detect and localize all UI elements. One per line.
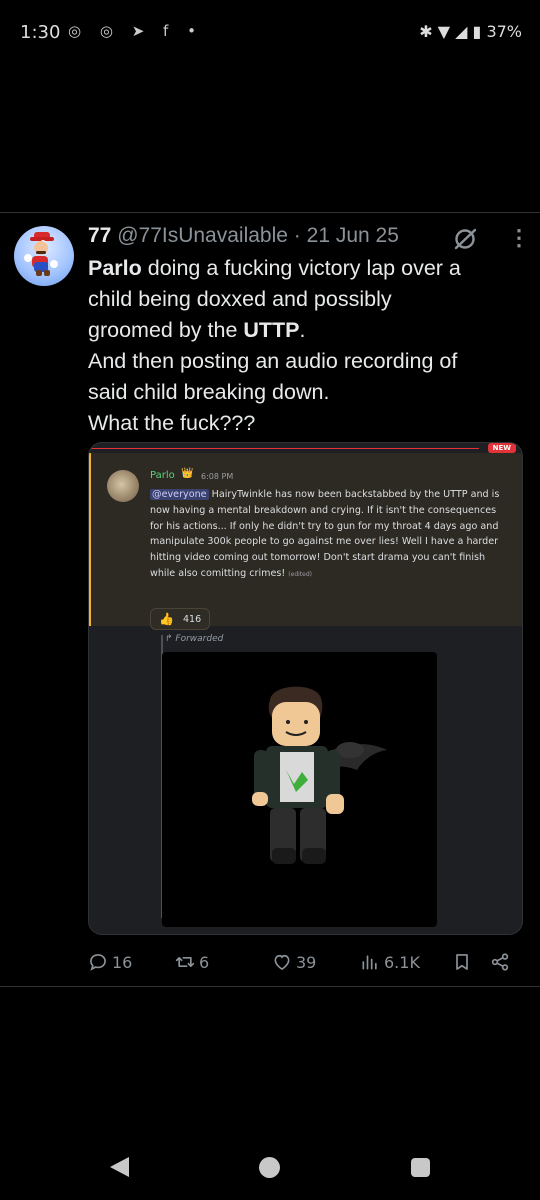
views-button[interactable]: 6.1K xyxy=(360,950,420,974)
repost-count: 6 xyxy=(199,952,210,972)
display-name[interactable]: 77 xyxy=(88,224,111,247)
new-divider-line xyxy=(89,448,479,449)
back-icon[interactable] xyxy=(110,1157,129,1177)
reaction-count: 416 xyxy=(183,614,202,625)
repost-button[interactable]: 6 xyxy=(175,950,209,974)
view-count: 6.1K xyxy=(384,952,420,972)
everyone-mention: @everyone xyxy=(150,489,209,500)
forwarded-video xyxy=(162,652,437,927)
notification-icons: ◎ ◎ ➤ f • xyxy=(68,22,203,40)
discord-timestamp: 6:08 PM xyxy=(201,472,234,481)
repost-icon xyxy=(175,957,195,967)
like-count: 39 xyxy=(296,952,317,972)
share-button[interactable] xyxy=(490,950,510,974)
more-options-icon[interactable]: ⋮ xyxy=(508,226,530,250)
bookmark-button[interactable] xyxy=(452,950,472,974)
tweet-line-3-end: . xyxy=(299,318,306,342)
reply-count: 16 xyxy=(112,952,133,972)
new-badge: NEW xyxy=(487,443,516,453)
avatar[interactable] xyxy=(14,226,74,286)
status-time: 1:30 xyxy=(20,22,61,43)
battery-percent: 37% xyxy=(486,22,522,41)
divider-bottom xyxy=(0,986,540,987)
tweet-bold-parlo: Parlo xyxy=(88,256,142,280)
tweet-line-1-rest: doing a fucking victory lap over a xyxy=(141,256,461,280)
tweet-line-3: groomed by the UTTP. xyxy=(88,315,518,346)
tweet-date[interactable]: 21 Jun 25 xyxy=(307,224,399,247)
status-bar: 1:30 ◎ ◎ ➤ f • ✱ ▼ ◢ ▮ 37% xyxy=(0,0,540,66)
recents-icon[interactable] xyxy=(411,1158,430,1177)
discord-avatar xyxy=(107,470,139,502)
discord-message: Parlo 👑 6:08 PM @everyone HairyTwinkle h… xyxy=(89,453,522,630)
discord-message-text: @everyone HairyTwinkle has now been back… xyxy=(150,487,510,583)
system-status: ✱ ▼ ◢ ▮ 37% xyxy=(419,22,522,41)
thumbs-up-reaction: 👍 416 xyxy=(150,608,210,630)
reply-icon xyxy=(90,954,106,971)
edited-tag: (edited) xyxy=(288,570,312,578)
like-button[interactable]: 39 xyxy=(272,950,316,974)
home-icon[interactable] xyxy=(259,1157,280,1178)
mario-avatar-art xyxy=(24,232,58,276)
crown-icon: 👑 xyxy=(181,468,194,479)
tweet-text: Parlo doing a fucking victory lap over a… xyxy=(88,253,518,439)
tweet-line-1: Parlo doing a fucking victory lap over a xyxy=(88,253,518,284)
thumbs-up-icon: 👍 xyxy=(159,612,174,626)
grok-icon[interactable] xyxy=(452,226,478,252)
tweet-media-image[interactable]: NEW Parlo 👑 6:08 PM @everyone HairyTwink… xyxy=(88,442,523,935)
tweet-line-6: What the fuck??? xyxy=(88,411,256,435)
views-icon xyxy=(362,955,377,970)
reply-button[interactable]: 16 xyxy=(88,950,132,974)
tweet-action-bar: 16 6 39 6.1K xyxy=(88,950,528,974)
share-icon xyxy=(491,953,509,971)
divider-top xyxy=(0,212,540,213)
tweet-line-5: said child breaking down. xyxy=(88,380,330,404)
forwarded-label: ↱ Forwarded xyxy=(165,634,224,644)
system-icons: ✱ ▼ ◢ ▮ xyxy=(419,22,482,41)
meta-separator: · xyxy=(293,224,301,247)
tweet-line-4: And then posting an audio recording of xyxy=(88,349,458,373)
tweet-line-2: child being doxxed and possibly xyxy=(88,287,392,311)
discord-author: Parlo xyxy=(150,470,175,481)
handle[interactable]: @77IsUnavailable xyxy=(117,224,288,247)
roblox-avatar-figure xyxy=(252,686,387,864)
discord-message-body: HairyTwinkle has now been backstabbed by… xyxy=(150,489,500,579)
bookmark-icon xyxy=(456,954,468,970)
heart-icon xyxy=(274,954,290,971)
tweet-bold-uttp: UTTP xyxy=(243,318,300,342)
tweet-line-3-start: groomed by the xyxy=(88,318,244,342)
